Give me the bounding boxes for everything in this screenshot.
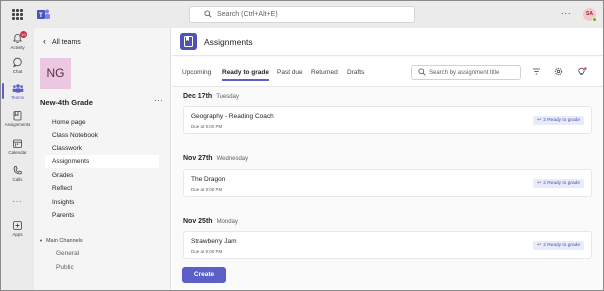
assignments-header: Assignments [172, 28, 603, 56]
rail-label: Assignments [4, 122, 31, 127]
tab-ready-to-grade[interactable]: Ready to grade [222, 69, 269, 81]
search-placeholder: Search (Ctrl+Alt+E) [217, 11, 278, 18]
weekday-label: Tuesday [216, 94, 239, 100]
activity-badge: 10 [20, 31, 27, 38]
app-rail: 10 Activity Chat Teams Assignments Calen… [1, 28, 34, 290]
date-label: Nov 25th [183, 218, 213, 225]
sidebar-item-parents[interactable]: Parents [45, 209, 159, 222]
team-sidebar: ‹ All teams NG New-4th Grade ··· Home pag… [34, 28, 171, 290]
status-badge: ↩ 2 Ready to grade [533, 241, 584, 250]
main-channels-toggle[interactable]: ▼ Main Channels [39, 238, 83, 244]
rail-apps[interactable]: Apps [1, 220, 34, 237]
teams-window: T Search (Ctrl+Alt+E) ... SA 10 Activity [0, 0, 604, 291]
assignment-title: The Dragon [191, 176, 226, 183]
search-icon [418, 68, 426, 76]
app-launcher-icon[interactable] [12, 9, 23, 20]
date-heading: Nov 27th Wednesday [183, 155, 248, 162]
due-time: Due at 9:00 PM [191, 124, 223, 129]
title-bar: T Search (Ctrl+Alt+E) ... SA [1, 1, 603, 28]
user-avatar[interactable]: SA [583, 8, 597, 22]
all-teams-label: All teams [52, 39, 81, 46]
rail-label: Chat [12, 69, 23, 74]
channel-public[interactable]: Public [56, 264, 74, 271]
sidebar-item-reflect[interactable]: Reflect [45, 182, 159, 195]
assignment-card[interactable]: Geography - Reading Coach Due at 9:00 PM… [183, 106, 592, 134]
rail-label: Activity [10, 45, 25, 50]
global-search-input[interactable]: Search (Ctrl+Alt+E) [189, 6, 415, 23]
chevron-left-icon: ‹ [43, 36, 46, 46]
sidebar-item-home-page[interactable]: Home page [45, 116, 159, 129]
assignment-card[interactable]: Strawberry Jam Due at 9:00 PM ↩ 2 Ready t… [183, 231, 592, 259]
search-icon [204, 10, 212, 18]
rail-calendar[interactable]: Calendar [1, 138, 34, 155]
presence-available-icon [592, 17, 597, 22]
assignment-tabs: Upcoming Ready to grade Past due Returne… [172, 57, 603, 87]
weekday-label: Wednesday [216, 156, 249, 162]
create-button[interactable]: Create [182, 267, 226, 283]
more-icon: ... [12, 195, 23, 204]
tab-returned[interactable]: Returned [311, 69, 338, 76]
search-placeholder: Search by assignment title [429, 70, 500, 76]
page-title: Assignments [204, 37, 253, 47]
teams-logo-icon: T [37, 9, 50, 19]
lightbulb-icon[interactable] [577, 67, 587, 77]
settings-more-button[interactable]: ... [561, 6, 572, 16]
all-teams-link[interactable]: ‹ All teams [43, 36, 81, 46]
status-badge: ↩ 2 Ready to grade [533, 179, 584, 188]
assignment-search-input[interactable]: Search by assignment title [411, 65, 521, 80]
rail-label: Teams [10, 95, 25, 100]
chat-icon [13, 57, 22, 68]
phone-icon [13, 166, 22, 175]
sidebar-item-classwork[interactable]: Classwork [45, 142, 159, 155]
tab-past-due[interactable]: Past due [277, 69, 303, 76]
sidebar-item-insights[interactable]: Insights [45, 196, 159, 209]
assignments-icon [13, 111, 22, 121]
assignments-app-icon [180, 33, 197, 50]
rail-chat[interactable]: Chat [1, 57, 34, 74]
status-badge: ↩ 2 Ready to grade [533, 116, 584, 125]
assignment-title: Strawberry Jam [191, 238, 237, 245]
date-heading: Nov 25th Monday [183, 218, 238, 225]
gear-icon[interactable] [554, 67, 563, 76]
return-arrow-icon: ↩ [537, 181, 542, 186]
rail-teams[interactable]: Teams [1, 83, 34, 100]
team-more-options-button[interactable]: ··· [154, 95, 163, 105]
rail-calls[interactable]: Calls [1, 165, 34, 182]
tab-drafts[interactable]: Drafts [347, 69, 364, 76]
caret-down-icon: ▼ [39, 238, 43, 243]
teams-icon [12, 84, 23, 93]
rail-assignments[interactable]: Assignments [1, 110, 34, 127]
sidebar-item-grades[interactable]: Grades [45, 169, 159, 182]
rail-label: Calendar [8, 150, 27, 155]
tab-upcoming[interactable]: Upcoming [182, 69, 211, 76]
due-time: Due at 9:00 PM [191, 187, 223, 192]
sidebar-item-assignments[interactable]: Assignments [45, 155, 159, 168]
sidebar-item-class-notebook[interactable]: Class Notebook [45, 129, 159, 142]
calendar-icon [13, 139, 22, 148]
return-arrow-icon: ↩ [537, 243, 542, 248]
due-time: Due at 9:00 PM [191, 249, 223, 254]
filter-icon[interactable] [532, 67, 541, 76]
rail-label: Apps [12, 232, 23, 237]
assignment-title: Geography - Reading Coach [191, 113, 274, 120]
channel-general[interactable]: General [56, 250, 79, 257]
svg-text:T: T [39, 13, 43, 19]
weekday-label: Monday [216, 219, 238, 225]
apps-icon [13, 221, 22, 230]
team-name[interactable]: New-4th Grade [40, 98, 93, 107]
assignment-card[interactable]: The Dragon Due at 9:00 PM ↩ 2 Ready to gr… [183, 169, 592, 197]
assignments-pane: Assignments Upcoming Ready to grade Past… [172, 28, 603, 290]
return-arrow-icon: ↩ [537, 118, 542, 123]
rail-label: Calls [12, 177, 23, 182]
main-channels-label: Main Channels [45, 238, 83, 244]
rail-more[interactable]: ... [1, 195, 34, 204]
team-avatar: NG [40, 58, 71, 89]
date-heading: Dec 17th Tuesday [183, 93, 239, 100]
avatar-initials: SA [586, 11, 593, 17]
date-label: Dec 17th [183, 93, 213, 100]
rail-activity[interactable]: 10 Activity [1, 31, 34, 50]
date-label: Nov 27th [183, 155, 213, 162]
